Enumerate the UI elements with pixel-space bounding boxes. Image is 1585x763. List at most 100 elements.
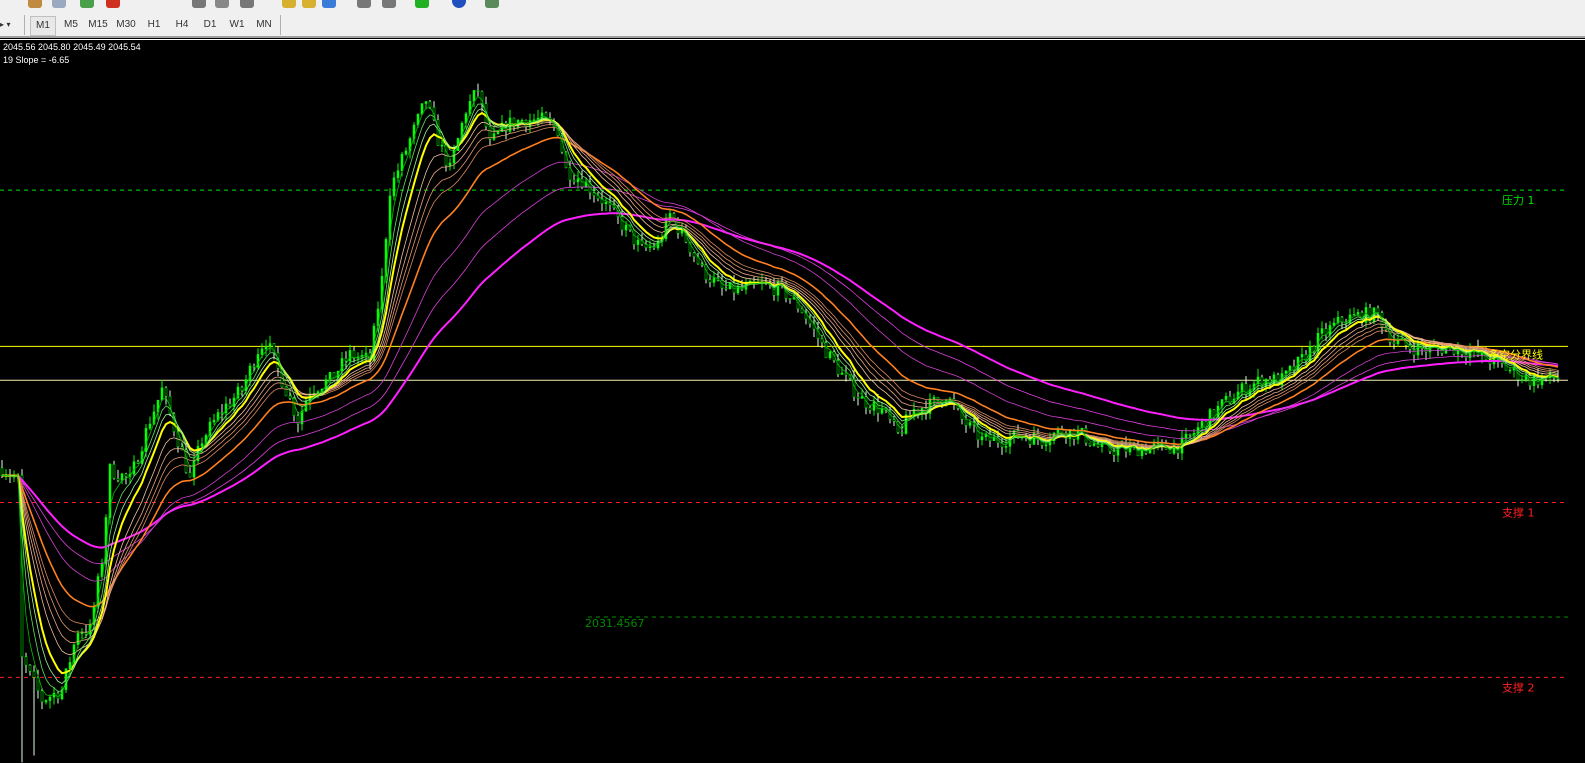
candle [580, 170, 584, 190]
stop-icon[interactable] [106, 0, 120, 8]
support-1-label: 支撑 1 [1502, 506, 1535, 520]
candle [208, 417, 212, 439]
candle [168, 390, 172, 417]
candle [32, 665, 36, 756]
timeframe-w1-button[interactable]: W1 [225, 16, 249, 34]
ma-45-line [2, 161, 1559, 582]
periods-icon[interactable] [452, 0, 466, 8]
zoom-in-icon[interactable] [282, 0, 296, 8]
long-short-divider-label: 多空分界线 [1488, 347, 1543, 361]
timeframe-m15-button[interactable]: M15 [86, 16, 110, 34]
candle [776, 279, 780, 302]
candle [492, 126, 496, 141]
ma-19-line [2, 124, 1559, 633]
candle [508, 109, 512, 134]
candle [1340, 315, 1344, 330]
candle [1368, 303, 1372, 324]
candle [872, 396, 876, 416]
timeframe-mn-button[interactable]: MN [252, 16, 276, 34]
candle [1088, 442, 1092, 447]
candle [352, 346, 356, 363]
candle [896, 420, 900, 434]
candle [828, 350, 832, 360]
candle [788, 298, 792, 304]
ma-13-line [2, 120, 1559, 656]
chart-candles-icon[interactable] [215, 0, 229, 8]
add-indicator-icon[interactable] [415, 0, 429, 8]
candle [1156, 436, 1160, 451]
candle [160, 380, 164, 401]
candle [1068, 429, 1072, 447]
candle [120, 472, 124, 485]
window-icon[interactable] [52, 0, 66, 8]
slope-readout: 19 Slope = -6.65 [3, 55, 70, 65]
candle [1164, 439, 1168, 450]
candle [1260, 374, 1264, 392]
autoscroll-icon[interactable] [357, 0, 371, 8]
candle [596, 191, 600, 202]
candle [412, 122, 416, 145]
candle [664, 213, 668, 242]
dropdown-arrow-icon[interactable]: ▸ ▾ [0, 20, 11, 29]
candle [632, 229, 636, 250]
candle [520, 118, 524, 122]
candle [56, 690, 60, 704]
candle [392, 171, 396, 201]
main-toolbar [0, 0, 1585, 15]
candle [132, 455, 136, 477]
timeframe-h1-button[interactable]: H1 [142, 16, 166, 34]
zoom-out-icon[interactable] [302, 0, 316, 8]
tile-windows-icon[interactable] [322, 0, 336, 8]
candle [212, 413, 216, 425]
candle [804, 309, 808, 325]
candle [476, 83, 480, 97]
candle [264, 339, 268, 356]
timeframe-m1-button[interactable]: M1 [30, 16, 56, 36]
candle [40, 687, 44, 710]
candle [808, 314, 812, 328]
ma-16-line [2, 121, 1559, 644]
chart-shift-icon[interactable] [382, 0, 396, 8]
candle [900, 425, 904, 437]
candle [912, 402, 916, 421]
toolbar-separator [280, 15, 281, 35]
timeframe-h4-button[interactable]: H4 [170, 16, 194, 34]
templates-icon[interactable] [485, 0, 499, 8]
timeframe-m30-button[interactable]: M30 [114, 16, 138, 34]
candle [720, 274, 724, 296]
candle [696, 252, 700, 265]
candle [440, 140, 444, 153]
resistance-1-label: 压力 1 [1502, 194, 1535, 207]
candle [640, 233, 644, 247]
candle [52, 686, 56, 705]
candle [268, 335, 272, 353]
candle [308, 387, 312, 410]
candle [24, 652, 28, 673]
candle [824, 340, 828, 359]
candle [692, 251, 696, 263]
candle [644, 240, 648, 251]
chart-bars-icon[interactable] [192, 0, 206, 8]
candle [404, 147, 408, 156]
chart-line-icon[interactable] [240, 0, 254, 8]
timeframe-d1-button[interactable]: D1 [198, 16, 222, 34]
candle [48, 694, 52, 709]
toolbar-grip[interactable] [24, 15, 25, 35]
candle [604, 197, 608, 212]
candle [228, 398, 232, 408]
candle [448, 158, 452, 171]
candle [256, 348, 260, 370]
timeframe-m5-button[interactable]: M5 [59, 16, 83, 34]
candle [136, 459, 140, 465]
ma-3-line [1, 95, 1559, 698]
book-icon[interactable] [28, 0, 42, 8]
candle [220, 404, 224, 422]
candle [576, 171, 580, 189]
refresh-icon[interactable] [80, 0, 94, 8]
price-chart[interactable]: 压力 1 多空分界线支撑 1 2031.4567 支撑 2 [0, 40, 1585, 763]
candle [396, 163, 400, 183]
candle [1116, 441, 1120, 463]
ma-30-line [2, 136, 1559, 608]
candle [704, 262, 708, 284]
ma-5-line [2, 103, 1559, 692]
